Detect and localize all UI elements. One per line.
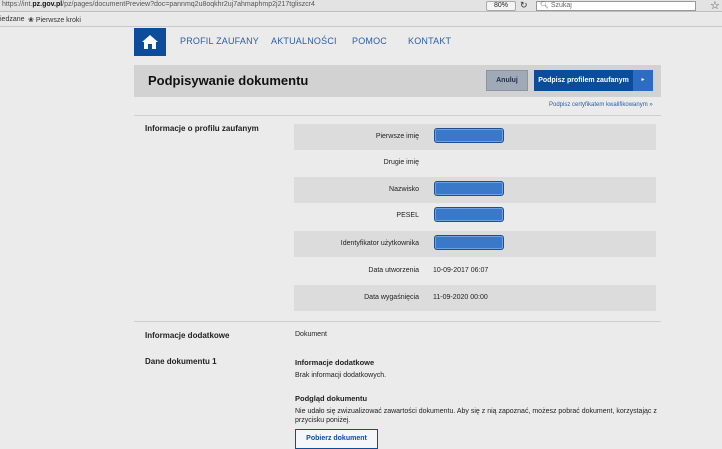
additional-section-title: Informacje dodatkowe [145,331,230,340]
nav-kontakt[interactable]: KONTAKT [408,36,451,46]
bookmark-first-steps[interactable]: ❀ Pierwsze kroki [28,16,81,24]
profile-section-title: Informacje o profilu zaufanym [145,124,259,133]
profile-row-created: Data utworzenia 10-09-2017 06:07 [368,267,489,274]
cancel-button[interactable]: Anuluj [486,70,528,91]
redacted-value [434,181,504,196]
reload-icon[interactable]: ↻ [520,0,528,11]
document-preview-text-2: przycisku poniżej. [295,417,351,424]
profile-row-surname: Nazwisko [294,177,656,203]
divider [134,321,661,322]
firefox-icon: ❀ [28,17,34,24]
redacted-value [434,128,504,143]
url-text[interactable]: https://int.pz.gov.pl/pz/pages/documentP… [2,1,315,8]
home-button[interactable] [134,28,166,56]
home-icon [142,35,158,49]
page-title: Podpisywanie dokumentu [148,73,309,88]
additional-value: Dokument [295,331,327,338]
document-section-title: Dane dokumentu 1 [145,357,217,366]
bookmarks-bar: iedzane ❀ Pierwsze kroki [0,13,722,27]
profile-row-pesel: PESEL [294,203,656,229]
zoom-indicator[interactable]: 80% [486,1,516,11]
document-preview-heading: Podgląd dokumentu [295,394,368,403]
sign-trusted-profile-button[interactable]: Podpisz profilem zaufanym [534,70,633,91]
profile-row-user-id: Identyfikator użytkownika [294,231,656,257]
browser-address-bar[interactable]: https://int.pz.gov.pl/pz/pages/documentP… [0,0,722,12]
redacted-value [434,235,504,250]
document-info-text: Brak informacji dodatkowych. [295,372,387,379]
nav-pomoc[interactable]: POMOC [352,36,387,46]
profile-row-first-name: Pierwsze imię [294,124,656,150]
sign-qualified-certificate-link[interactable]: Podpisz certyfikatem kwalifikowanym » [549,102,653,108]
download-document-button[interactable]: Pobierz dokument [295,429,378,449]
bookmark-most-visited[interactable]: iedzane [0,16,25,23]
document-info-heading: Informacje dodatkowe [295,358,375,367]
search-input[interactable]: 🔍︎ Szukaj [536,1,696,11]
profile-row-expires: Data wygaśnięcia 11-09-2020 00:00 [294,285,656,311]
sign-options-dropdown-icon[interactable]: ▸ [633,70,653,91]
profile-row-second-name: Drugie imię [383,159,419,166]
nav-aktualnosci[interactable]: AKTUALNOŚCI [271,36,337,46]
redacted-value [434,207,504,222]
search-icon: 🔍︎ [540,2,549,9]
document-preview-text: Nie udało się zwizualizować zawartości d… [295,408,657,415]
nav-profil-zaufany[interactable]: PROFIL ZAUFANY [180,36,259,46]
divider [134,115,661,116]
page-header: Podpisywanie dokumentu Anuluj Podpisz pr… [134,65,661,97]
bookmark-star-icon[interactable]: ☆ [710,0,720,12]
